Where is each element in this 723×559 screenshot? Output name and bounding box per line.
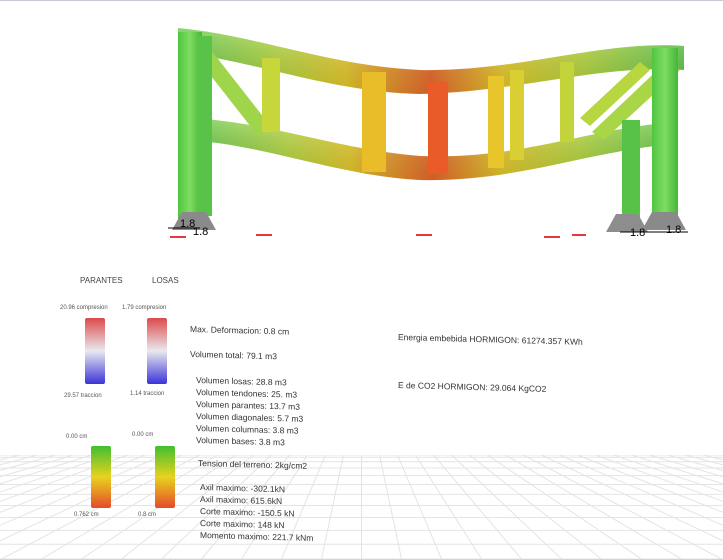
volume-line: Volumen losas: 28.8 m3 — [196, 375, 287, 388]
reaction-mark — [544, 236, 560, 238]
stress-top-label: 20.96 compresion — [60, 305, 108, 311]
reaction-mark — [256, 234, 272, 236]
reaction-mark — [170, 236, 186, 238]
stress-bottom-label: 1.14 traccion — [130, 391, 165, 397]
vertical-2 — [362, 72, 386, 172]
structure-3d-view[interactable]: 1.8 1.8 1.8 1.8 — [0, 0, 723, 260]
node-label: 1.8 — [193, 226, 208, 238]
volume-line: Volumen parantes: 13.7 m3 — [196, 399, 300, 412]
stress-bottom-label: 29.57 traccion — [64, 393, 102, 399]
vertical-3 — [428, 82, 448, 174]
stress-top-label: 1.79 compresion — [122, 305, 167, 311]
vertical-5 — [510, 70, 524, 160]
stress-scale-bar — [85, 318, 105, 384]
volume-line: Volumen diagonales: 5.7 m3 — [196, 411, 304, 424]
node-label: 1.8 — [666, 224, 681, 236]
volume-line: Volumen bases: 3.8 m3 — [196, 435, 285, 448]
embodied-energy: Energia embebida HORMIGON: 61274.357 KWh — [398, 332, 583, 347]
deflection-scale-bar — [155, 446, 175, 508]
total-volume: Volumen total: 79.1 m3 — [190, 349, 277, 362]
vertical-1 — [262, 58, 280, 132]
volume-line: Volumen columnas: 3.8 m3 — [196, 423, 299, 436]
reaction-mark — [416, 234, 432, 236]
max-deformation: Max. Deformacion: 0.8 cm — [190, 324, 290, 337]
column-right-back — [622, 120, 640, 220]
node-label: 1.8 — [630, 227, 645, 239]
deflection-bottom-label: 0.8 cm — [138, 512, 157, 518]
deflection-bottom-label: 0.762 cm — [74, 512, 99, 518]
deflection-top-label: 0.00 cm — [132, 432, 154, 438]
reaction-mark — [572, 234, 586, 236]
stress-scale-bar — [147, 318, 167, 384]
legend-header-losas: LOSAS — [152, 276, 179, 285]
legend-header-parantes: PARANTES — [80, 276, 123, 285]
column-right-front — [652, 48, 678, 220]
deflection-top-label: 0.00 cm — [66, 434, 88, 440]
volume-line: Volumen tendones: 25. m3 — [196, 387, 298, 400]
vertical-4 — [488, 76, 504, 168]
deflection-scale-bar — [91, 446, 111, 508]
force-line: Axil maximo: 615.6kN — [200, 494, 283, 507]
column-left-back — [198, 36, 212, 216]
co2-emissions: E de CO2 HORMIGON: 29.064 KgCO2 — [398, 380, 547, 394]
vertical-6 — [560, 62, 574, 142]
